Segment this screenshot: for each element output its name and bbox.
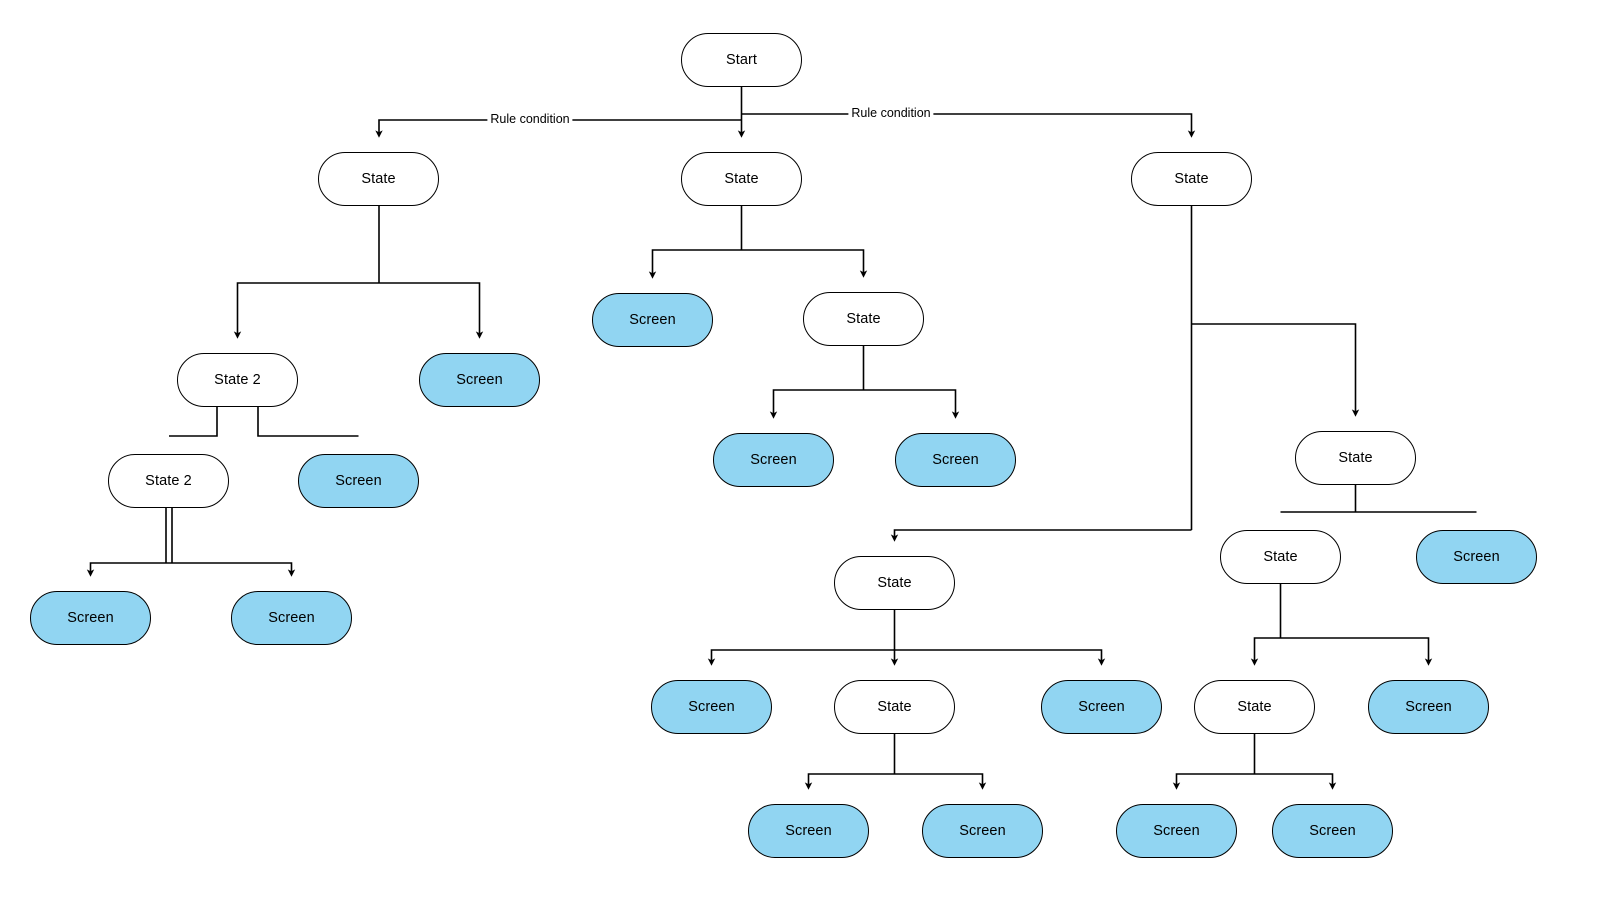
node-label: State: [846, 310, 881, 327]
edge-label-rule-left: Rule condition: [487, 113, 573, 126]
node-label: State: [361, 170, 396, 187]
node-screen-r8[interactable]: Screen: [1272, 804, 1393, 858]
node-state-m1[interactable]: State: [681, 152, 802, 206]
node-label: State: [1263, 548, 1298, 565]
node-label: Screen: [67, 609, 114, 626]
node-label: Screen: [688, 698, 735, 715]
node-label: Screen: [629, 311, 676, 328]
node-label: State: [1174, 170, 1209, 187]
node-state-l2[interactable]: State 2: [177, 353, 298, 407]
node-screen-r6[interactable]: Screen: [1368, 680, 1489, 734]
node-screen-c2[interactable]: Screen: [651, 680, 772, 734]
node-label: Screen: [750, 451, 797, 468]
node-screen-m2[interactable]: Screen: [592, 293, 713, 347]
node-screen-c4[interactable]: Screen: [1041, 680, 1162, 734]
node-label: State: [724, 170, 759, 187]
node-state-r2[interactable]: State: [1295, 431, 1416, 485]
node-label: Screen: [1453, 548, 1500, 565]
node-label: Screen: [932, 451, 979, 468]
node-label: State 2: [214, 371, 261, 388]
node-state-r1[interactable]: State: [1131, 152, 1252, 206]
node-screen-r7[interactable]: Screen: [1116, 804, 1237, 858]
node-state-l1[interactable]: State: [318, 152, 439, 206]
node-state-r5[interactable]: State: [1194, 680, 1315, 734]
node-screen-m5[interactable]: Screen: [895, 433, 1016, 487]
node-screen-c5[interactable]: Screen: [748, 804, 869, 858]
node-screen-r4[interactable]: Screen: [1416, 530, 1537, 584]
node-label: State: [877, 698, 912, 715]
node-screen-c6[interactable]: Screen: [922, 804, 1043, 858]
node-label: State: [1237, 698, 1272, 715]
node-state-r3[interactable]: State: [1220, 530, 1341, 584]
node-label: State 2: [145, 472, 192, 489]
node-label: State: [1338, 449, 1373, 466]
node-state-c1[interactable]: State: [834, 556, 955, 610]
node-state-start[interactable]: Start: [681, 33, 802, 87]
node-state-c3[interactable]: State: [834, 680, 955, 734]
node-label: Screen: [959, 822, 1006, 839]
node-label: State: [877, 574, 912, 591]
node-label: Screen: [785, 822, 832, 839]
node-screen-m4[interactable]: Screen: [713, 433, 834, 487]
node-state-l4[interactable]: State 2: [108, 454, 229, 508]
node-label: Screen: [456, 371, 503, 388]
node-state-m3[interactable]: State: [803, 292, 924, 346]
node-screen-l6[interactable]: Screen: [30, 591, 151, 645]
node-label: Screen: [1078, 698, 1125, 715]
node-label: Screen: [268, 609, 315, 626]
node-screen-l7[interactable]: Screen: [231, 591, 352, 645]
node-label: Screen: [1405, 698, 1452, 715]
node-screen-l5[interactable]: Screen: [298, 454, 419, 508]
node-layer: Start State State 2 Screen State 2 Screen Scre…: [0, 0, 1600, 910]
node-label: Start: [725, 51, 758, 68]
edge-label-rule-right: Rule condition: [848, 107, 934, 120]
node-label: Screen: [1153, 822, 1200, 839]
node-label: Screen: [1309, 822, 1356, 839]
node-screen-l3[interactable]: Screen: [419, 353, 540, 407]
flowchart-canvas: Start State State 2 Screen State 2 Screen Scre…: [0, 0, 1600, 910]
node-label: Screen: [335, 472, 382, 489]
